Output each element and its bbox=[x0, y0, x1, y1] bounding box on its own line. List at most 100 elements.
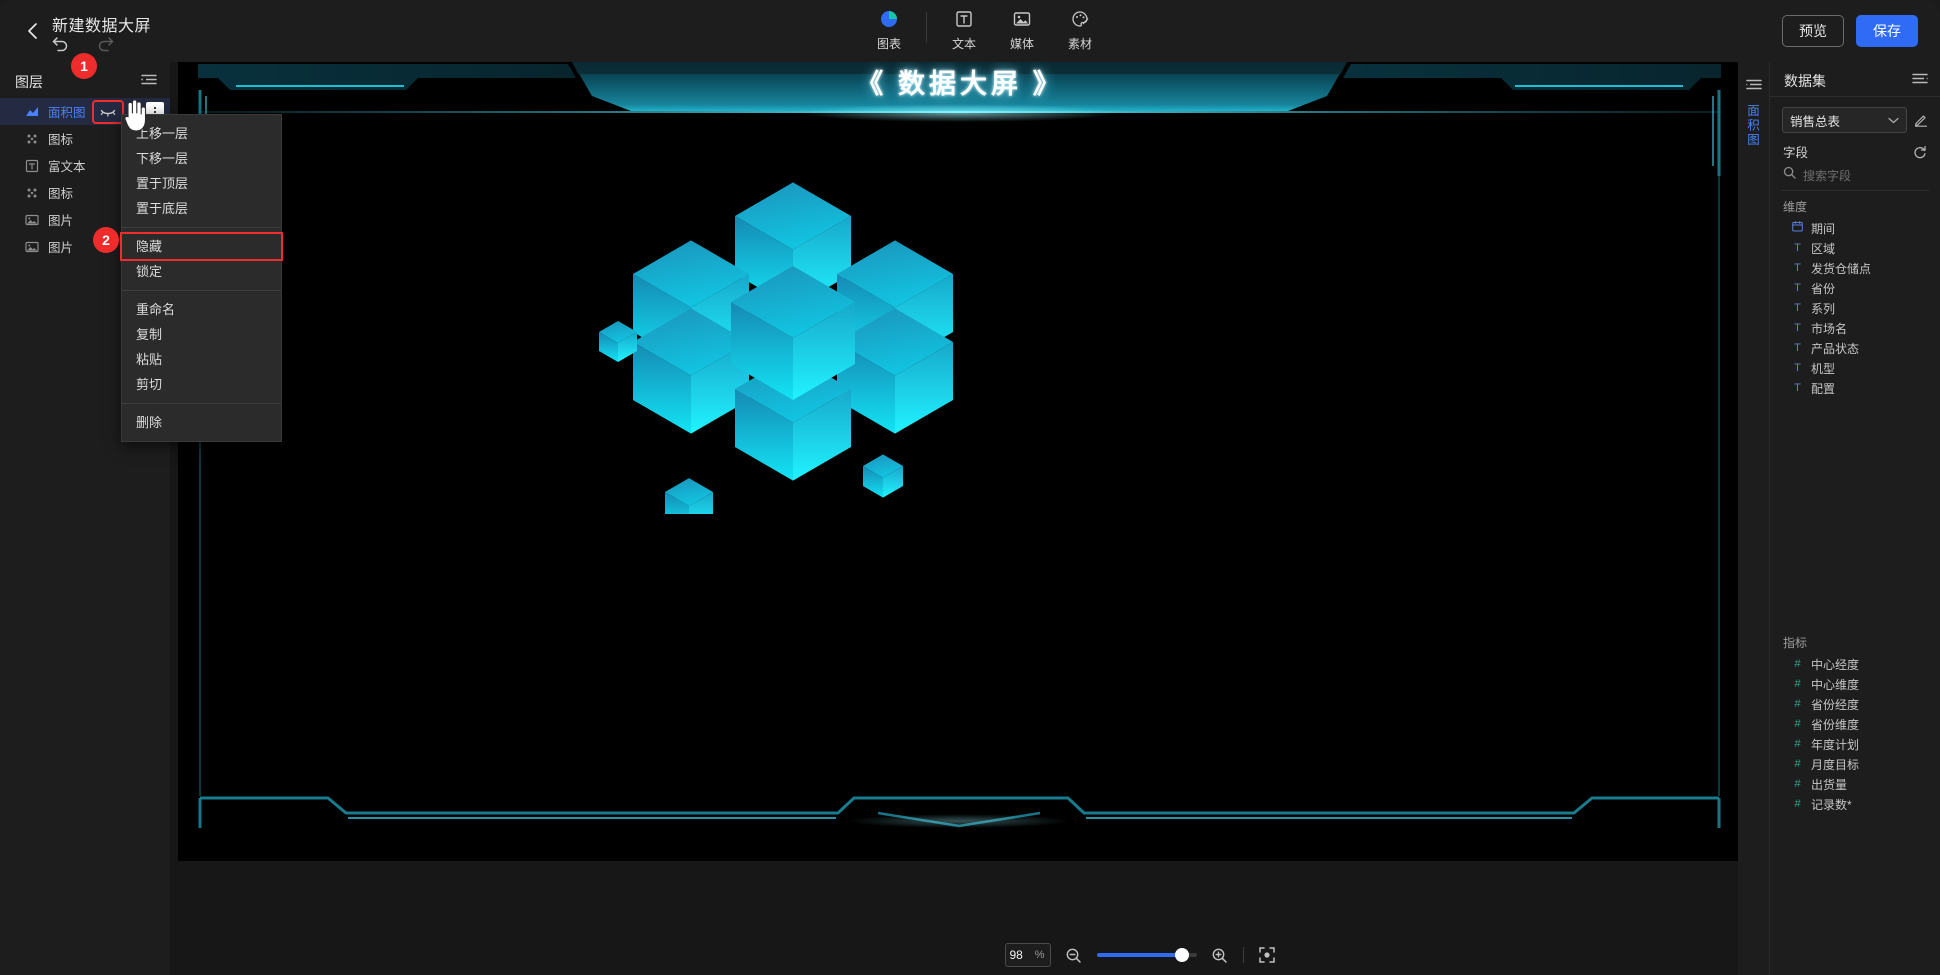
zoom-toolbar: 98 % bbox=[340, 935, 1940, 975]
field-name: 区域 bbox=[1811, 241, 1836, 256]
text-type-icon: T bbox=[1794, 342, 1801, 354]
zoom-input[interactable]: 98 % bbox=[1004, 943, 1051, 967]
field-item[interactable]: # 年度计划 bbox=[1770, 734, 1940, 754]
right-vertical-tab: 面积图 bbox=[1738, 62, 1770, 975]
eye-closed-icon[interactable] bbox=[92, 99, 124, 124]
dataset-panel-title: 数据集 bbox=[1784, 73, 1826, 89]
tool-chart[interactable]: 图表 bbox=[860, 8, 918, 52]
dataset-selector-row: 销售总表 bbox=[1770, 97, 1940, 133]
zoom-out-icon[interactable] bbox=[1065, 946, 1083, 964]
tool-material[interactable]: 素材 bbox=[1051, 8, 1109, 52]
field-name: 产品状态 bbox=[1811, 341, 1860, 356]
number-icon: # bbox=[1794, 658, 1801, 670]
canvas-area[interactable]: 《 数据大屏 》 98 % bbox=[170, 62, 1940, 975]
metrics-block: 指标 # 中心经度 # 中心维度 # 省份经度 # 省份维度 # 年度计划 # 月度目标 # 出货量 # 记录… bbox=[1770, 627, 1940, 814]
field-item[interactable]: T 区域 bbox=[1770, 238, 1940, 258]
search-input-placeholder[interactable]: 搜索字段 bbox=[1803, 167, 1851, 184]
field-item[interactable]: # 中心经度 bbox=[1770, 654, 1940, 674]
dimensions-list: 期间 T 区域 T 发货仓储点 T 省份 T 系列 T 市场名 T 产品状态 T 机型 T 配置 bbox=[1770, 218, 1940, 398]
field-item[interactable]: T 产品状态 bbox=[1770, 338, 1940, 358]
fields-label: 字段 bbox=[1783, 146, 1809, 160]
dataset-select[interactable]: 销售总表 bbox=[1782, 107, 1907, 133]
field-item[interactable]: T 省份 bbox=[1770, 278, 1940, 298]
tool-text-label: 文本 bbox=[951, 37, 976, 51]
number-icon: # bbox=[1794, 738, 1801, 750]
field-name: 配置 bbox=[1811, 381, 1836, 396]
field-item[interactable]: T 配置 bbox=[1770, 378, 1940, 398]
text-type-icon: T bbox=[1794, 382, 1801, 394]
preview-button[interactable]: 预览 bbox=[1782, 15, 1844, 47]
save-button[interactable]: 保存 bbox=[1856, 15, 1918, 47]
field-name: 发货仓储点 bbox=[1811, 261, 1872, 276]
chevron-down-icon bbox=[1888, 111, 1899, 129]
layer-name: 图片 bbox=[48, 214, 74, 228]
field-item[interactable]: # 记录数* bbox=[1770, 794, 1940, 814]
field-name: 期间 bbox=[1811, 221, 1836, 236]
context-menu-separator bbox=[122, 403, 281, 404]
field-item[interactable]: T 系列 bbox=[1770, 298, 1940, 318]
redo-icon[interactable] bbox=[96, 33, 116, 53]
toolbar-divider bbox=[926, 12, 927, 42]
fit-screen-icon[interactable] bbox=[1258, 946, 1276, 964]
field-search-row[interactable]: 搜索字段 bbox=[1770, 163, 1940, 190]
pencil-icon[interactable] bbox=[1914, 113, 1928, 127]
zoom-slider-handle[interactable] bbox=[1174, 948, 1189, 962]
canvas-viewport[interactable]: 《 数据大屏 》 bbox=[170, 62, 1770, 935]
field-item[interactable]: 期间 bbox=[1770, 218, 1940, 238]
selected-layer-vertical-label[interactable]: 面积图 bbox=[1745, 104, 1762, 148]
field-name: 月度目标 bbox=[1811, 757, 1860, 772]
layer-context-menu[interactable]: 上移一层 下移一层 置于顶层 置于底层隐藏 锁定重命名 复制 粘贴 剪切删除 bbox=[120, 114, 283, 442]
zoom-in-icon[interactable] bbox=[1211, 946, 1229, 964]
metrics-label: 指标 bbox=[1783, 636, 1808, 650]
context-menu-item-4[interactable]: 置于底层 bbox=[122, 196, 281, 221]
topbar-actions: 预览 保存 bbox=[1782, 15, 1918, 47]
zoom-controls: 98 % bbox=[1004, 943, 1276, 967]
context-menu-item-9[interactable]: 粘贴 bbox=[122, 347, 281, 372]
field-item[interactable]: # 中心维度 bbox=[1770, 674, 1940, 694]
layer-name: 图标 bbox=[48, 187, 74, 201]
context-menu-item-6[interactable]: 锁定 bbox=[122, 259, 281, 284]
context-menu-item-10[interactable]: 剪切 bbox=[122, 372, 281, 397]
context-menu-item-2[interactable]: 下移一层 bbox=[122, 146, 281, 171]
picture-icon bbox=[24, 239, 40, 255]
refresh-icon[interactable] bbox=[1913, 145, 1927, 159]
collapse-left-icon[interactable] bbox=[141, 73, 157, 91]
tool-chart-label: 图表 bbox=[876, 37, 901, 51]
isometric-cube-cluster-graphic[interactable] bbox=[583, 174, 1003, 530]
back-chevron-icon[interactable] bbox=[22, 20, 44, 42]
rich-text-icon bbox=[24, 158, 40, 174]
context-menu-item-5[interactable]: 隐藏 bbox=[120, 232, 283, 261]
context-menu-item-1[interactable]: 上移一层 bbox=[122, 121, 281, 146]
zoom-slider[interactable] bbox=[1096, 948, 1197, 962]
tool-media[interactable]: 媒体 bbox=[993, 8, 1051, 52]
picture-icon bbox=[24, 212, 40, 228]
text-type-icon: T bbox=[1794, 302, 1801, 314]
text-type-icon: T bbox=[1794, 242, 1801, 254]
field-item[interactable]: # 省份维度 bbox=[1770, 714, 1940, 734]
context-menu-item-8[interactable]: 复制 bbox=[122, 322, 281, 347]
app-root: 新建数据大屏 图表 文本 媒体 素材 预览 保存 图层 面积图 图标 富文本 图… bbox=[0, 0, 1940, 975]
panel-menu-icon[interactable] bbox=[1912, 72, 1928, 90]
context-menu-item-3[interactable]: 置于顶层 bbox=[122, 171, 281, 196]
dashboard-screen[interactable]: 《 数据大屏 》 bbox=[178, 62, 1741, 861]
undo-icon[interactable] bbox=[50, 33, 70, 53]
field-item[interactable]: # 省份经度 bbox=[1770, 694, 1940, 714]
context-menu-item-11[interactable]: 删除 bbox=[122, 410, 281, 435]
context-menu-separator bbox=[122, 290, 281, 291]
area-chart-icon bbox=[24, 104, 40, 120]
collapse-right-icon[interactable] bbox=[1746, 78, 1762, 96]
field-item[interactable]: # 出货量 bbox=[1770, 774, 1940, 794]
context-menu-item-7[interactable]: 重命名 bbox=[122, 297, 281, 322]
insert-tools-group: 图表 文本 媒体 素材 bbox=[860, 8, 1109, 56]
layer-name: 面积图 bbox=[48, 106, 86, 120]
field-item[interactable]: T 机型 bbox=[1770, 358, 1940, 378]
tool-text[interactable]: 文本 bbox=[935, 8, 993, 52]
text-type-icon: T bbox=[1794, 322, 1801, 334]
icon-glyph-icon bbox=[24, 185, 40, 201]
field-name: 中心维度 bbox=[1811, 677, 1860, 692]
field-item[interactable]: # 月度目标 bbox=[1770, 754, 1940, 774]
zoom-slider-fill bbox=[1096, 953, 1183, 957]
zoom-percent-sign: % bbox=[1034, 949, 1045, 961]
field-item[interactable]: T 发货仓储点 bbox=[1770, 258, 1940, 278]
field-item[interactable]: T 市场名 bbox=[1770, 318, 1940, 338]
